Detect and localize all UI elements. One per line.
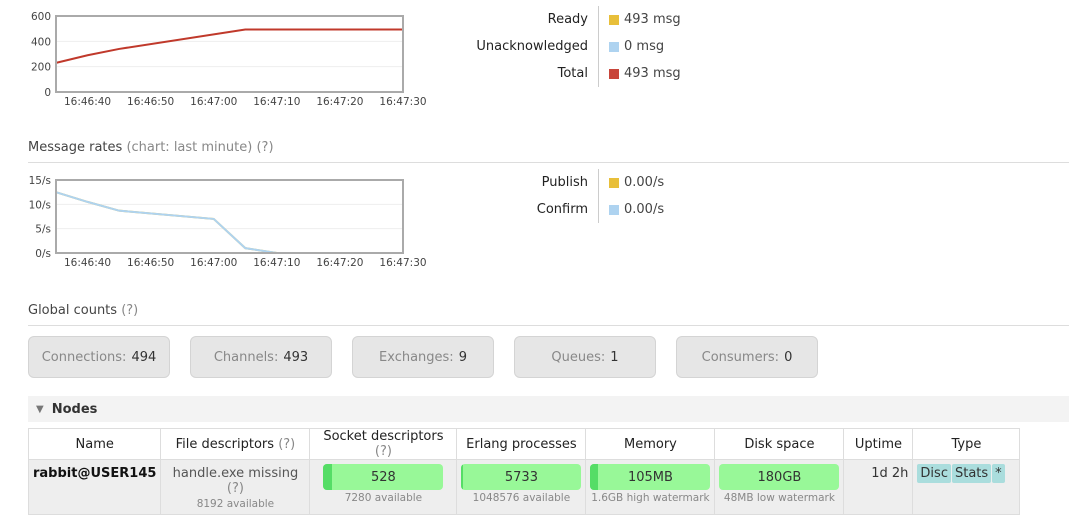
- y-tick-label: 600: [31, 11, 51, 23]
- x-tick-label: 16:47:30: [379, 257, 426, 269]
- message-rates-chart: 0/s 5/s 10/s 15/s 16:46:40 16:46:50 16:47:00 16…: [29, 175, 427, 269]
- section-title: Nodes: [51, 401, 98, 417]
- x-tick-label: 16:47:10: [253, 257, 300, 269]
- chart-range-note: (chart: last minute): [126, 140, 253, 155]
- legend-value: 0.00/s: [624, 202, 665, 217]
- y-tick-label: 400: [31, 36, 51, 48]
- queued-legend: Ready 493 msg Unacknowledged 0 msg Total 493 …: [440, 6, 740, 87]
- col-name: Name: [27, 428, 162, 460]
- nodes-section-toggle[interactable]: ▼ Nodes: [28, 396, 1069, 422]
- x-tick-label: 16:47:00: [190, 96, 237, 108]
- count-connections[interactable]: Connections: 494: [28, 336, 170, 378]
- x-tick-label: 16:47:20: [316, 257, 363, 269]
- section-title: Global counts: [28, 303, 118, 318]
- legend-value: 0 msg: [624, 39, 665, 54]
- legend-label: Unacknowledged: [476, 39, 588, 54]
- series-line-publish: [55, 191, 403, 254]
- count-exchanges[interactable]: Exchanges: 9: [352, 336, 494, 378]
- legend-item: Ready 493 msg: [440, 6, 740, 33]
- y-tick-label: 10/s: [29, 199, 51, 211]
- erlang-available: 1048576 available: [472, 492, 571, 504]
- socket-bar: 528: [323, 464, 444, 490]
- type-tag-disc: Disc: [917, 464, 951, 483]
- node-name-link[interactable]: rabbit@USER145: [33, 466, 156, 481]
- uptime-value: 1d 2h: [843, 459, 914, 515]
- queued-messages-chart: 0 200 400 600 16:46:40 16:46:50 16:47:00 16:47:…: [31, 11, 427, 108]
- x-tick-label: 16:47:00: [190, 257, 237, 269]
- y-tick-label: 200: [31, 62, 51, 74]
- section-title: Message rates: [28, 140, 123, 155]
- nodes-table: Name File descriptors (?) Socket descrip…: [27, 428, 1021, 515]
- help-link[interactable]: (?): [227, 481, 244, 496]
- x-tick-label: 16:47:30: [379, 96, 426, 108]
- legend-label: Publish: [541, 175, 588, 190]
- node-type-tags: Disc Stats *: [912, 459, 1021, 515]
- type-tag-stats: Stats: [951, 464, 992, 483]
- disk-watermark: 48MB low watermark: [723, 492, 835, 504]
- count-queues[interactable]: Queues: 1: [514, 336, 656, 378]
- help-link[interactable]: (?): [375, 444, 392, 459]
- legend-value: 0.00/s: [624, 175, 665, 190]
- y-tick-label: 0: [44, 87, 51, 99]
- collapse-triangle-icon: ▼: [36, 403, 44, 415]
- col-file-descriptors: File descriptors (?): [160, 428, 311, 460]
- legend-item: Unacknowledged 0 msg: [440, 33, 740, 60]
- legend-swatch: [609, 68, 619, 79]
- x-tick-label: 16:46:40: [64, 257, 111, 269]
- disk-bar: 180GB: [719, 464, 840, 490]
- col-socket-descriptors: Socket descriptors (?): [309, 428, 458, 460]
- col-disk-space: Disk space: [714, 428, 845, 460]
- help-link[interactable]: (?): [256, 140, 273, 155]
- plot-frame: [55, 179, 404, 254]
- table-row: rabbit@USER145 handle.exe missing (?) 819…: [27, 459, 1021, 515]
- y-tick-label: 0/s: [35, 248, 51, 260]
- memory-bar: 105MB: [590, 464, 711, 490]
- x-tick-label: 16:46:50: [127, 257, 174, 269]
- message-rates-header: Message rates (chart: last minute) (?): [28, 140, 1069, 163]
- legend-item: Confirm 0.00/s: [440, 196, 740, 223]
- legend-item: Total 493 msg: [440, 60, 740, 87]
- legend-label: Total: [557, 66, 588, 81]
- x-tick-label: 16:47:10: [253, 96, 300, 108]
- global-counts-header: Global counts (?): [28, 303, 1069, 326]
- y-tick-label: 5/s: [35, 224, 51, 236]
- legend-label: Ready: [547, 12, 588, 27]
- plot-frame: [55, 15, 404, 93]
- series-line-total: [55, 28, 403, 64]
- memory-watermark: 1.6GB high watermark: [591, 492, 710, 504]
- col-memory: Memory: [585, 428, 716, 460]
- legend-item: Publish 0.00/s: [440, 169, 740, 196]
- col-uptime: Uptime: [843, 428, 914, 460]
- legend-label: Confirm: [536, 202, 588, 217]
- x-tick-label: 16:46:50: [127, 96, 174, 108]
- x-tick-label: 16:46:40: [64, 96, 111, 108]
- rates-legend: Publish 0.00/s Confirm 0.00/s: [440, 169, 740, 223]
- legend-swatch: [609, 204, 619, 215]
- y-tick-label: 15/s: [29, 175, 51, 187]
- legend-swatch: [609, 41, 619, 52]
- series-line-confirm: [55, 191, 403, 254]
- fd-status: handle.exe missing: [172, 466, 299, 481]
- col-type: Type: [912, 428, 1021, 460]
- col-erlang-processes: Erlang processes: [456, 428, 587, 460]
- socket-available: 7280 available: [344, 492, 423, 504]
- legend-swatch: [609, 14, 619, 25]
- count-channels[interactable]: Channels: 493: [190, 336, 332, 378]
- count-consumers[interactable]: Consumers: 0: [676, 336, 818, 378]
- legend-value: 493 msg: [624, 66, 681, 81]
- erlang-bar: 5733: [461, 464, 582, 490]
- type-tag-star: *: [992, 464, 1005, 483]
- legend-value: 493 msg: [624, 12, 681, 27]
- help-link[interactable]: (?): [278, 437, 295, 452]
- legend-swatch: [609, 177, 619, 188]
- help-link[interactable]: (?): [121, 303, 138, 318]
- x-tick-label: 16:47:20: [316, 96, 363, 108]
- fd-available: 8192 available: [196, 498, 275, 510]
